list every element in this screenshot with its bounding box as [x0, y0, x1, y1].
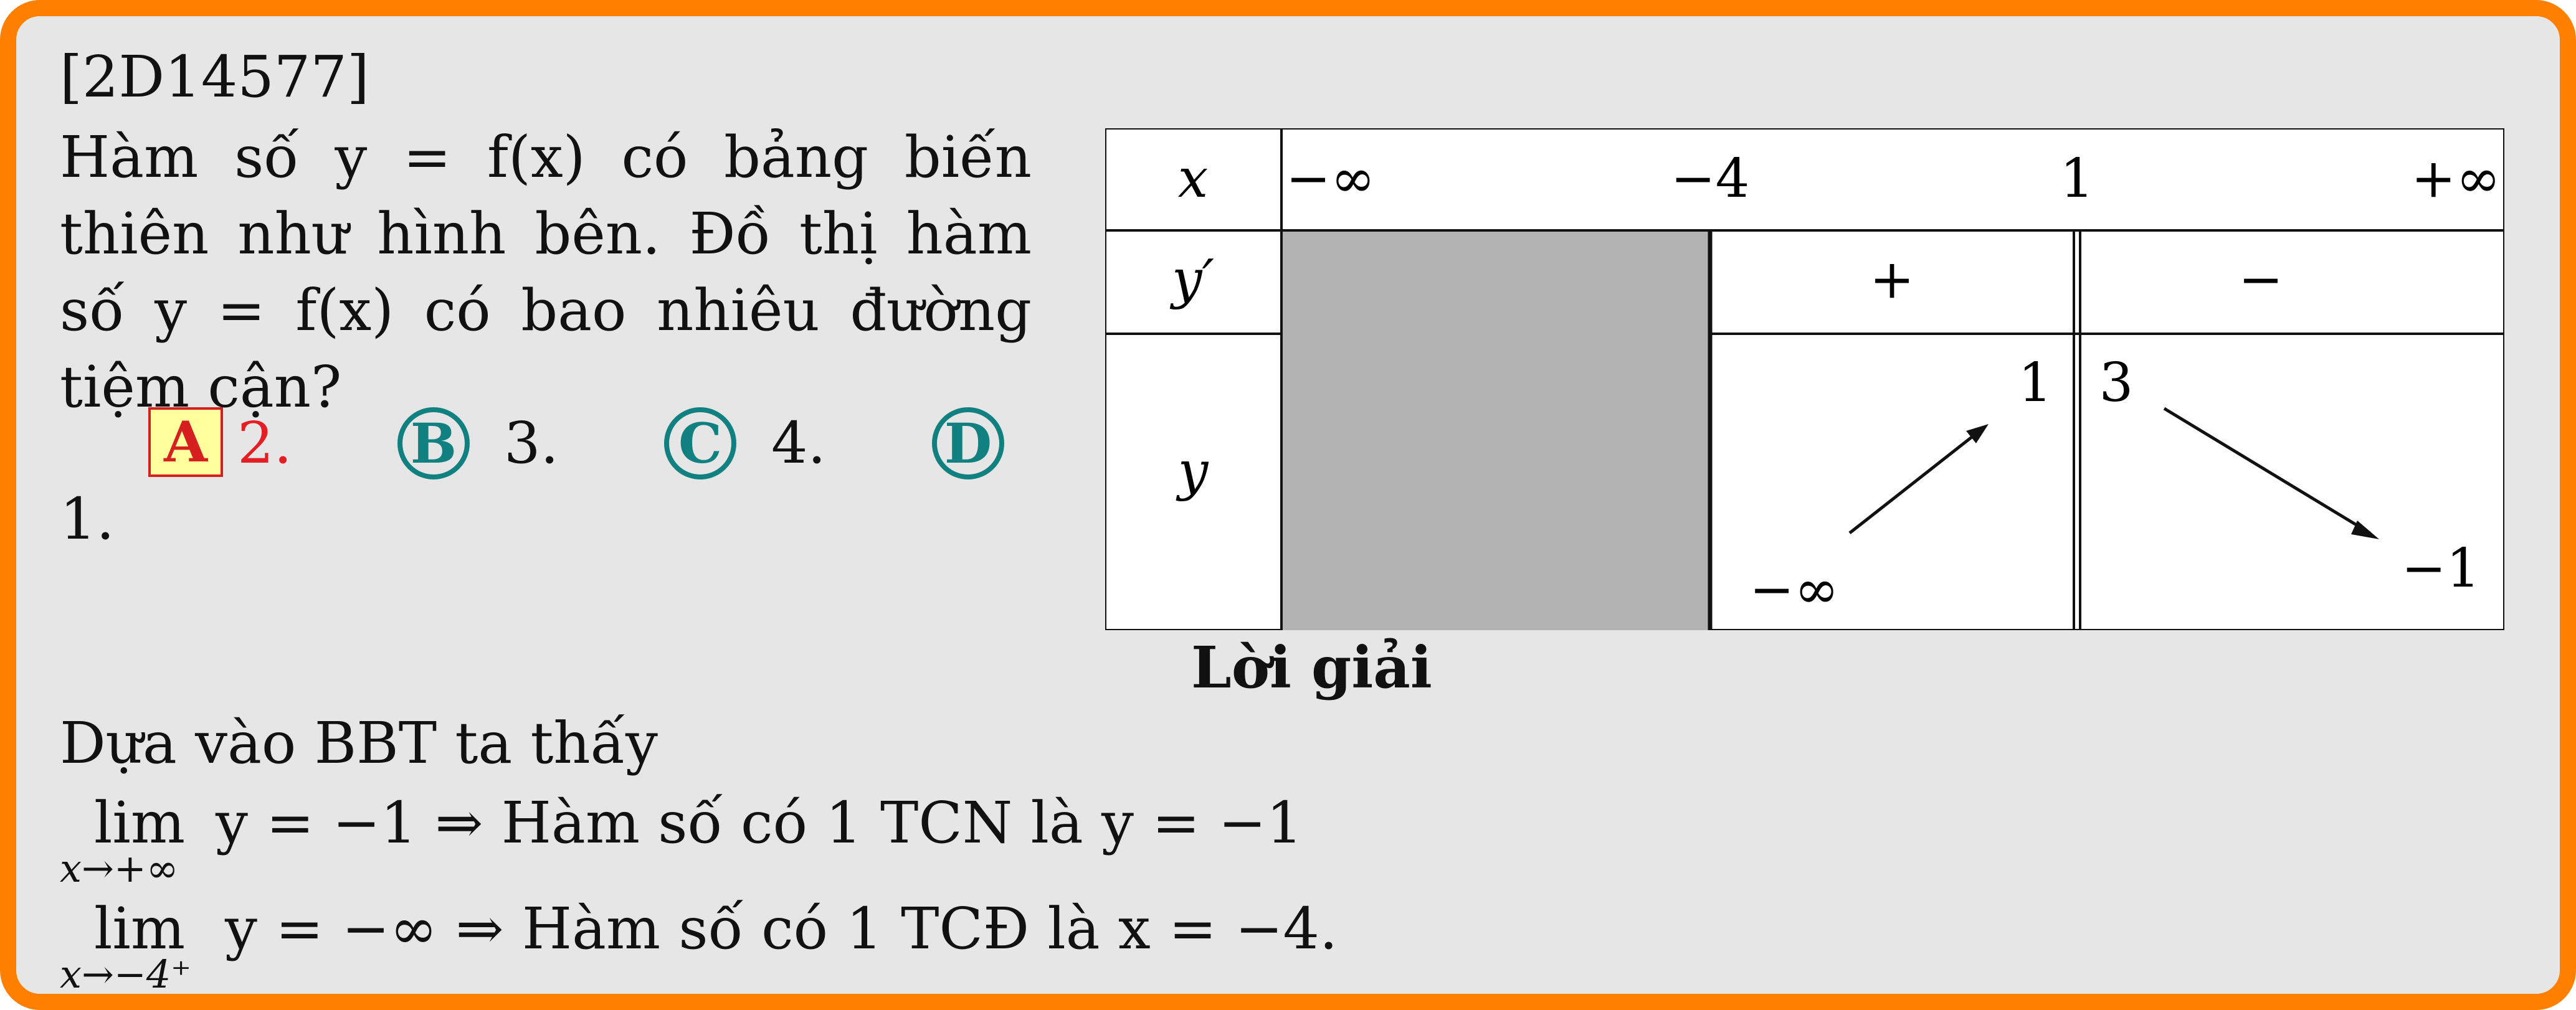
question-card: [2D14577] Hàm số y = f(x) có bảng biến t… — [0, 0, 2576, 1010]
choice-a-value[interactable]: 2. — [237, 415, 292, 472]
y-value-1: 1 — [2018, 352, 2053, 414]
variation-table: x y′ y −∞ −4 1 +∞ + − −∞ 1 3 −1 — [1105, 128, 2504, 630]
y-value-neg-inf: −∞ — [1749, 559, 1839, 621]
limit-2-operator: lim — [94, 895, 186, 962]
limit-2-subscript: x→−4⁺ — [60, 951, 192, 997]
solution-heading: Lời giải — [1191, 634, 1432, 701]
row-label-yprime: y′ — [1169, 248, 1214, 311]
y-value-3: 3 — [2099, 352, 2134, 414]
row-label-y: y — [1176, 440, 1209, 503]
limit-1-operator: lim — [94, 790, 186, 856]
shaded-region — [1281, 230, 1710, 630]
limit-1-statement: y = −1 ⇒ Hàm số có 1 TCN là y = −1 — [216, 790, 1303, 856]
limit-1-subscript: x→+∞ — [60, 846, 179, 891]
choice-a-label[interactable]: A — [148, 407, 223, 477]
choice-c-value[interactable]: 4. — [771, 415, 826, 472]
question-text: Hàm số y = f(x) có bảng biến thiên như h… — [60, 124, 1032, 420]
question-id: [2D14577] — [60, 44, 369, 110]
x-value-pos-inf: +∞ — [2411, 148, 2501, 210]
limit-2-statement: y = −∞ ⇒ Hàm số có 1 TCĐ là x = −4. — [225, 895, 1338, 962]
x-value-neg-inf: −∞ — [1286, 148, 1376, 210]
choice-b-value[interactable]: 3. — [504, 415, 559, 472]
choice-c-label[interactable]: C — [664, 407, 736, 479]
choice-d-label[interactable]: D — [932, 407, 1004, 479]
row-label-x: x — [1178, 148, 1209, 210]
sign-minus: − — [2238, 248, 2283, 311]
x-value-neg4: −4 — [1671, 148, 1750, 210]
choice-d-value[interactable]: 1. — [60, 491, 115, 548]
sign-plus: + — [1870, 248, 1914, 311]
x-value-1: 1 — [2060, 148, 2094, 210]
y-value-neg1: −1 — [2402, 537, 2481, 600]
solution-intro: Dựa vào BBT ta thấy — [60, 710, 658, 776]
choice-b-label[interactable]: B — [397, 407, 470, 479]
